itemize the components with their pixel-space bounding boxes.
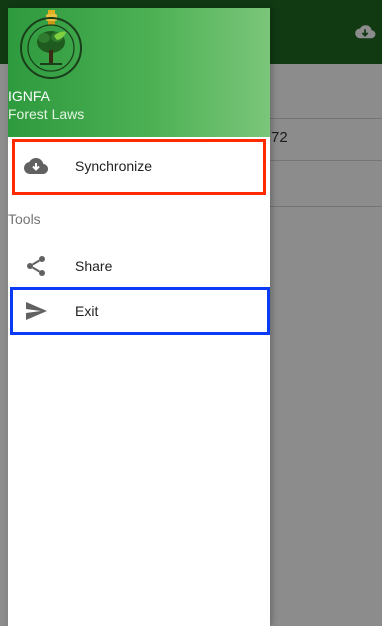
share-icon [27,256,45,276]
selection-highlight [10,287,270,335]
section-title-tools: Tools [8,211,41,227]
selection-highlight [12,139,266,195]
app-name: IGNFA [8,88,51,104]
ignfa-logo-icon [20,10,82,79]
menu-item-share[interactable]: Share [8,242,270,290]
drawer-header: IGNFA Forest Laws [8,8,270,137]
navigation-drawer: IGNFA Forest Laws Synchronize Tools Shar… [8,8,270,626]
app-subtitle: Forest Laws [8,106,85,122]
menu-item-label: Share [75,258,113,274]
